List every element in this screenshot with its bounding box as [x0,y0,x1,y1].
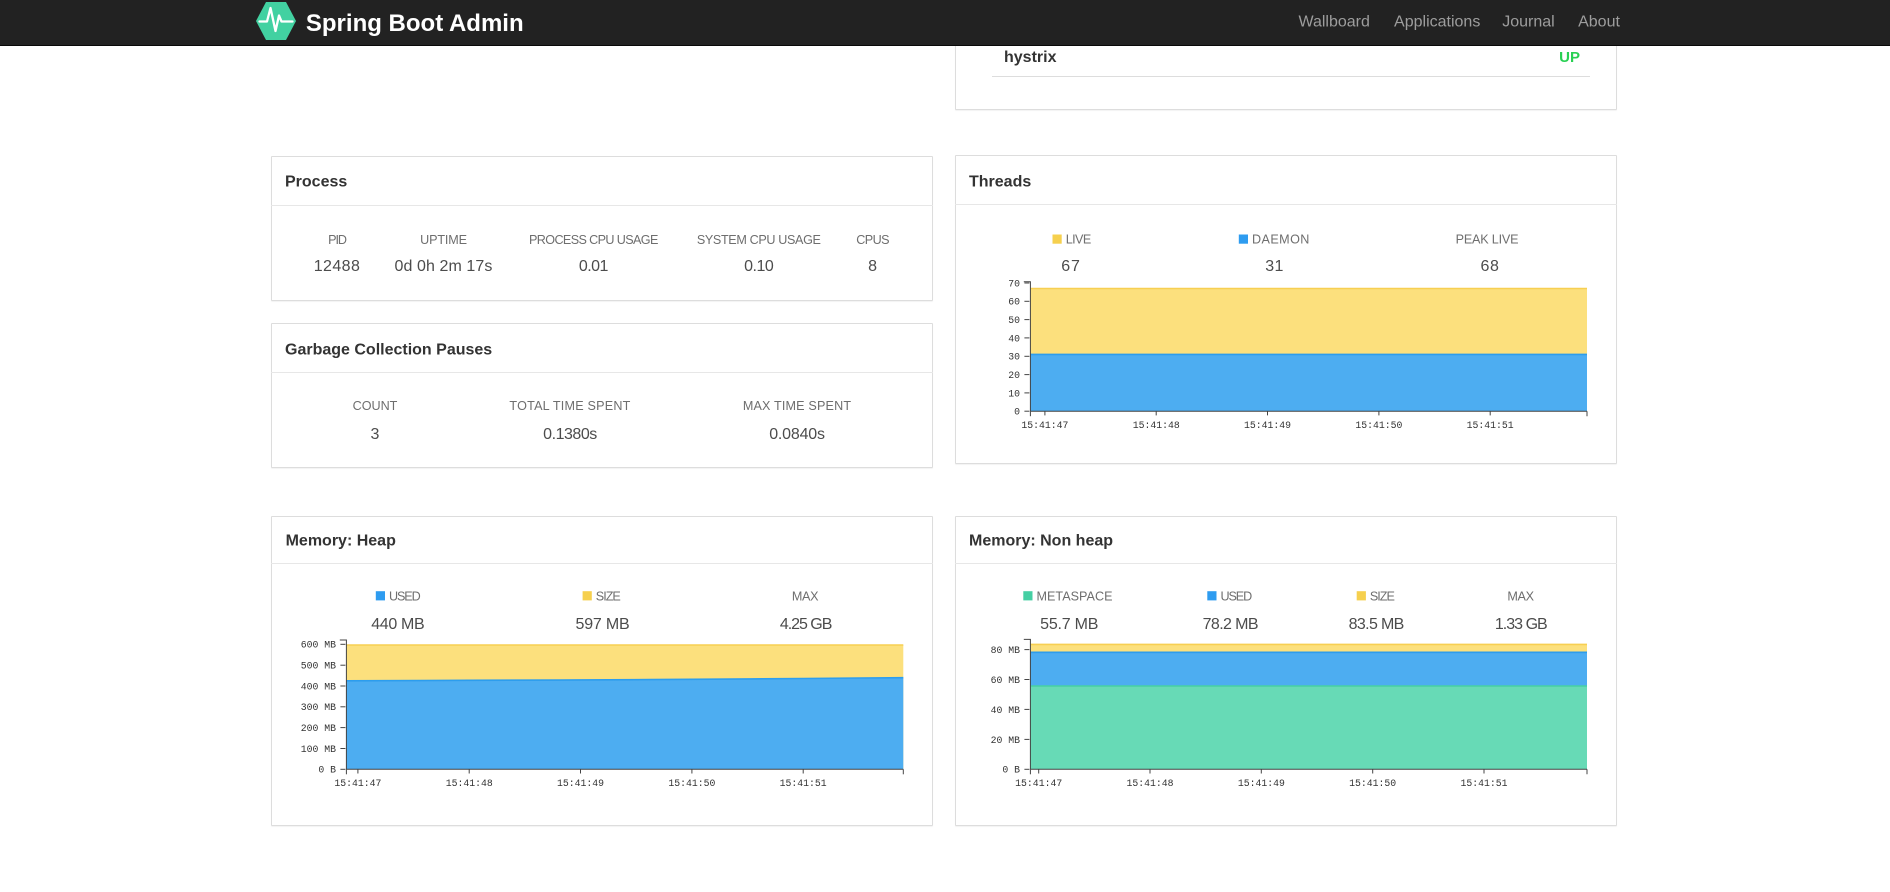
svg-text:15:41:48: 15:41:48 [1133,420,1180,431]
svg-text:50: 50 [1008,315,1020,326]
svg-text:Spring Boot Admin: Spring Boot Admin [306,10,524,37]
svg-text:METASPACE: METASPACE [1037,589,1113,603]
svg-text:15:41:47: 15:41:47 [1015,778,1062,789]
svg-text:40 MB: 40 MB [991,705,1021,716]
svg-text:15:41:51: 15:41:51 [1460,778,1507,789]
svg-text:0.1380s: 0.1380s [543,426,597,443]
svg-text:440 MB: 440 MB [371,616,424,633]
svg-text:CPUS: CPUS [856,233,889,247]
svg-text:UPTIME: UPTIME [420,233,467,247]
svg-text:31: 31 [1265,258,1283,275]
svg-text:15:41:47: 15:41:47 [334,778,381,789]
svg-text:SIZE: SIZE [596,589,621,603]
svg-text:20 MB: 20 MB [991,735,1021,746]
svg-text:1.33 GB: 1.33 GB [1495,616,1547,633]
svg-text:Process: Process [285,174,347,191]
svg-text:0.0840s: 0.0840s [769,426,825,443]
svg-text:3: 3 [371,426,380,443]
svg-text:MAX: MAX [1507,589,1534,603]
svg-text:SYSTEM CPU USAGE: SYSTEM CPU USAGE [697,233,821,247]
svg-text:PEAK LIVE: PEAK LIVE [1456,233,1519,247]
svg-text:12488: 12488 [314,258,361,275]
svg-text:15:41:50: 15:41:50 [1349,778,1396,789]
svg-text:LIVE: LIVE [1066,233,1091,247]
svg-text:hystrix: hystrix [1004,49,1057,66]
svg-text:100 MB: 100 MB [301,744,336,755]
svg-text:0: 0 [1014,407,1020,418]
svg-text:300 MB: 300 MB [301,702,336,713]
svg-text:60 MB: 60 MB [991,675,1021,686]
svg-text:PROCESS CPU USAGE: PROCESS CPU USAGE [529,233,658,247]
svg-text:8: 8 [868,258,877,275]
svg-text:15:41:50: 15:41:50 [668,778,715,789]
svg-text:30: 30 [1008,352,1020,363]
svg-text:SIZE: SIZE [1370,589,1395,603]
svg-text:78.2 MB: 78.2 MB [1203,616,1258,633]
svg-text:0 B: 0 B [318,765,336,776]
svg-text:0.10: 0.10 [744,258,774,275]
svg-text:40: 40 [1008,333,1020,344]
svg-text:0 B: 0 B [1002,765,1020,776]
svg-text:USED: USED [389,589,421,603]
svg-text:Garbage Collection Pauses: Garbage Collection Pauses [285,342,492,359]
svg-text:Memory: Non heap: Memory: Non heap [969,533,1113,550]
svg-text:About: About [1578,14,1620,31]
svg-text:Applications: Applications [1394,14,1480,31]
svg-text:Threads: Threads [969,174,1031,191]
svg-text:15:41:48: 15:41:48 [1126,778,1173,789]
svg-text:UP: UP [1559,49,1580,66]
svg-text:55.7 MB: 55.7 MB [1040,616,1098,633]
svg-text:15:41:50: 15:41:50 [1355,420,1402,431]
svg-text:500 MB: 500 MB [301,661,336,672]
svg-text:70: 70 [1008,278,1020,289]
svg-text:MAX TIME SPENT: MAX TIME SPENT [743,399,852,413]
svg-text:15:41:51: 15:41:51 [1467,420,1514,431]
svg-text:USED: USED [1221,589,1253,603]
svg-text:83.5 MB: 83.5 MB [1349,616,1404,633]
svg-text:400 MB: 400 MB [301,681,336,692]
svg-text:15:41:51: 15:41:51 [780,778,827,789]
svg-text:200 MB: 200 MB [301,723,336,734]
svg-text:15:41:47: 15:41:47 [1021,420,1068,431]
svg-text:20: 20 [1008,370,1020,381]
svg-text:10: 10 [1008,388,1020,399]
svg-text:0d 0h 2m 17s: 0d 0h 2m 17s [395,258,493,275]
svg-text:60: 60 [1008,297,1020,308]
svg-text:68: 68 [1481,258,1500,275]
svg-text:67: 67 [1061,258,1081,275]
svg-text:Wallboard: Wallboard [1298,14,1369,31]
svg-text:15:41:49: 15:41:49 [1238,778,1285,789]
svg-text:MAX: MAX [792,589,819,603]
svg-text:600 MB: 600 MB [301,640,336,651]
svg-text:15:41:49: 15:41:49 [1244,420,1291,431]
svg-text:15:41:49: 15:41:49 [557,778,604,789]
svg-text:COUNT: COUNT [353,399,398,413]
svg-text:Journal: Journal [1502,14,1554,31]
svg-text:597 MB: 597 MB [576,616,630,633]
svg-text:0.01: 0.01 [579,258,609,275]
svg-text:Memory: Heap: Memory: Heap [286,533,396,550]
svg-text:PID: PID [328,233,347,247]
svg-text:80 MB: 80 MB [991,645,1021,656]
svg-text:4.25 GB: 4.25 GB [780,616,832,633]
svg-text:DAEMON: DAEMON [1252,233,1310,247]
svg-text:TOTAL TIME SPENT: TOTAL TIME SPENT [509,399,630,413]
svg-text:15:41:48: 15:41:48 [446,778,493,789]
